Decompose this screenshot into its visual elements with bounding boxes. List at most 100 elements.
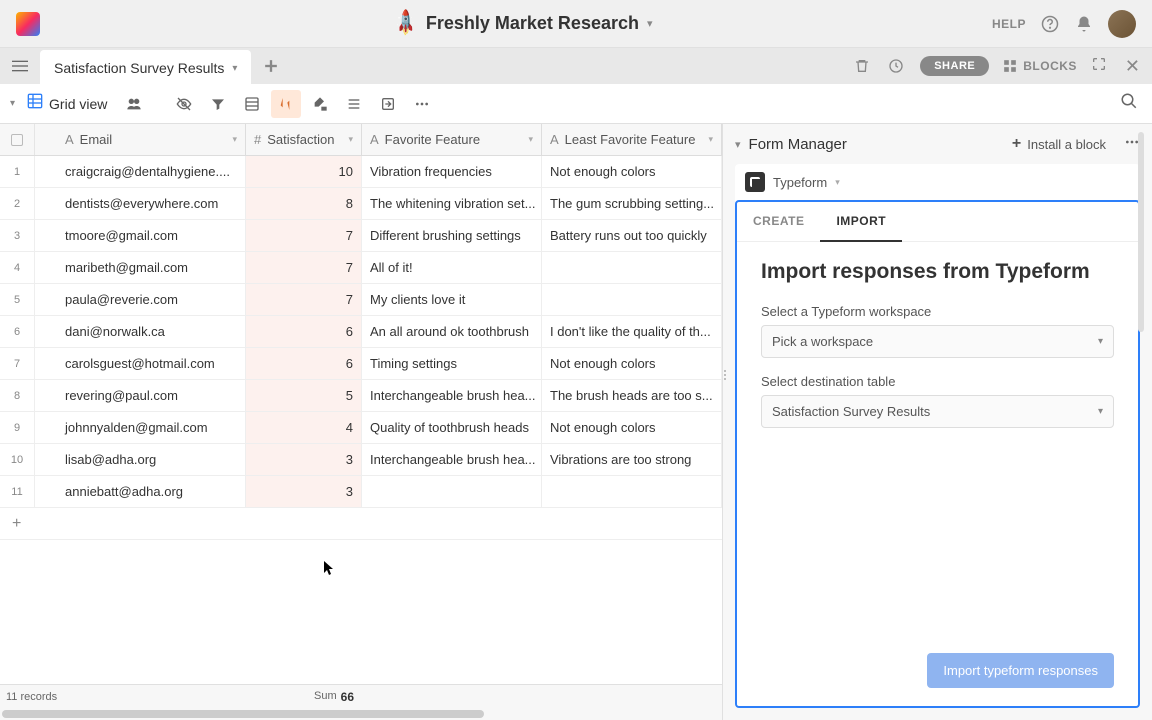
horizontal-scrollbar[interactable] xyxy=(0,708,722,720)
blocks-button[interactable]: BLOCKS xyxy=(1003,59,1077,73)
sum-label[interactable]: Sum xyxy=(314,690,337,704)
cell-email[interactable]: paula@reverie.com xyxy=(35,284,246,315)
cell-satisfaction[interactable]: 6 xyxy=(246,316,362,347)
blocks-dashboard-title[interactable]: Form Manager xyxy=(749,136,847,153)
column-header-email[interactable]: A Email ▾ xyxy=(35,124,246,155)
close-icon[interactable]: ✕ xyxy=(1121,52,1144,81)
table-row[interactable]: 1craigcraig@dentalhygiene....10Vibration… xyxy=(0,156,722,188)
install-block-button[interactable]: + Install a block xyxy=(1012,135,1106,153)
cell-satisfaction[interactable]: 3 xyxy=(246,444,362,475)
cell-email[interactable]: lisab@adha.org xyxy=(35,444,246,475)
fullscreen-icon[interactable] xyxy=(1091,56,1107,77)
help-button[interactable]: HELP xyxy=(992,17,1026,31)
cell-email[interactable]: revering@paul.com xyxy=(35,380,246,411)
table-row[interactable]: 10lisab@adha.org3Interchangeable brush h… xyxy=(0,444,722,476)
chevron-down-icon[interactable]: ▾ xyxy=(647,17,653,30)
cell-favorite[interactable]: Different brushing settings xyxy=(362,220,542,251)
chevron-down-icon[interactable]: ▾ xyxy=(232,63,237,74)
cell-favorite[interactable]: My clients love it xyxy=(362,284,542,315)
hamburger-icon[interactable] xyxy=(8,54,32,78)
column-header-least[interactable]: A Least Favorite Feature ▾ xyxy=(542,124,722,155)
add-row-button[interactable]: + xyxy=(0,508,722,540)
cell-satisfaction[interactable]: 5 xyxy=(246,380,362,411)
cell-email[interactable]: anniebatt@adha.org xyxy=(35,476,246,507)
table-row[interactable]: 4maribeth@gmail.com7All of it! xyxy=(0,252,722,284)
chevron-down-icon[interactable]: ▾ xyxy=(708,134,713,145)
collaborators-icon[interactable] xyxy=(119,90,149,118)
share-button[interactable]: SHARE xyxy=(920,56,989,76)
cell-email[interactable]: craigcraig@dentalhygiene.... xyxy=(35,156,246,187)
group-icon[interactable] xyxy=(237,90,267,118)
cell-least[interactable]: Not enough colors xyxy=(542,348,722,379)
cell-favorite[interactable]: Interchangeable brush hea... xyxy=(362,380,542,411)
cell-least[interactable] xyxy=(542,252,722,283)
cell-least[interactable]: Battery runs out too quickly xyxy=(542,220,722,251)
tab-import[interactable]: IMPORT xyxy=(820,202,902,242)
collapse-caret-icon[interactable]: ▾ xyxy=(735,138,741,151)
cell-favorite[interactable]: Interchangeable brush hea... xyxy=(362,444,542,475)
cell-satisfaction[interactable]: 7 xyxy=(246,252,362,283)
cell-satisfaction[interactable]: 6 xyxy=(246,348,362,379)
panel-resize-handle[interactable] xyxy=(722,360,728,390)
cell-satisfaction[interactable]: 4 xyxy=(246,412,362,443)
cell-least[interactable]: Not enough colors xyxy=(542,412,722,443)
avatar[interactable] xyxy=(1108,10,1136,38)
table-tab-active[interactable]: Satisfaction Survey Results ▾ xyxy=(40,50,251,86)
chevron-down-icon[interactable]: ▾ xyxy=(835,177,840,188)
cell-satisfaction[interactable]: 8 xyxy=(246,188,362,219)
base-title[interactable]: Freshly Market Research xyxy=(426,13,639,34)
chevron-down-icon[interactable]: ▾ xyxy=(232,134,237,145)
column-header-satisfaction[interactable]: # Satisfaction ▾ xyxy=(246,124,362,155)
cell-least[interactable]: Vibrations are too strong xyxy=(542,444,722,475)
cell-favorite[interactable]: All of it! xyxy=(362,252,542,283)
cell-least[interactable] xyxy=(542,284,722,315)
cell-favorite[interactable]: Timing settings xyxy=(362,348,542,379)
cell-favorite[interactable]: An all around ok toothbrush xyxy=(362,316,542,347)
add-table-button[interactable] xyxy=(257,52,285,80)
chevron-down-icon[interactable]: ▾ xyxy=(348,134,353,145)
bell-icon[interactable] xyxy=(1074,14,1094,34)
cell-favorite[interactable]: Quality of toothbrush heads xyxy=(362,412,542,443)
table-row[interactable]: 6dani@norwalk.ca6An all around ok toothb… xyxy=(0,316,722,348)
cell-satisfaction[interactable]: 7 xyxy=(246,220,362,251)
row-height-icon[interactable] xyxy=(339,90,369,118)
cell-satisfaction[interactable]: 10 xyxy=(246,156,362,187)
table-row[interactable]: 9johnnyalden@gmail.com4Quality of toothb… xyxy=(0,412,722,444)
share-view-icon[interactable] xyxy=(373,90,403,118)
cell-favorite[interactable] xyxy=(362,476,542,507)
cell-least[interactable]: The brush heads are too s... xyxy=(542,380,722,411)
color-icon[interactable] xyxy=(305,90,335,118)
workspace-select[interactable]: Pick a workspace ▾ xyxy=(761,325,1114,358)
sort-icon[interactable] xyxy=(271,90,301,118)
trash-icon[interactable] xyxy=(852,56,872,76)
tab-create[interactable]: CREATE xyxy=(737,202,820,241)
block-header[interactable]: Typeform ▾ xyxy=(735,164,1140,200)
hide-fields-icon[interactable] xyxy=(169,90,199,118)
view-switcher-caret[interactable]: ▾ xyxy=(10,98,15,109)
column-header-favorite[interactable]: A Favorite Feature ▾ xyxy=(362,124,542,155)
vertical-scrollbar[interactable] xyxy=(1138,132,1144,332)
cell-least[interactable]: I don't like the quality of th... xyxy=(542,316,722,347)
app-logo[interactable] xyxy=(16,12,40,36)
cell-favorite[interactable]: The whitening vibration set... xyxy=(362,188,542,219)
cell-least[interactable] xyxy=(542,476,722,507)
import-responses-button[interactable]: Import typeform responses xyxy=(927,653,1114,688)
table-row[interactable]: 7carolsguest@hotmail.com6Timing settings… xyxy=(0,348,722,380)
cell-email[interactable]: maribeth@gmail.com xyxy=(35,252,246,283)
cell-least[interactable]: Not enough colors xyxy=(542,156,722,187)
filter-icon[interactable] xyxy=(203,90,233,118)
table-row[interactable]: 8revering@paul.com5Interchangeable brush… xyxy=(0,380,722,412)
cell-satisfaction[interactable]: 7 xyxy=(246,284,362,315)
help-icon[interactable] xyxy=(1040,14,1060,34)
view-picker[interactable]: Grid view xyxy=(19,89,115,118)
search-icon[interactable] xyxy=(1116,88,1142,119)
cell-email[interactable]: dani@norwalk.ca xyxy=(35,316,246,347)
cell-email[interactable]: johnnyalden@gmail.com xyxy=(35,412,246,443)
cell-favorite[interactable]: Vibration frequencies xyxy=(362,156,542,187)
cell-email[interactable]: carolsguest@hotmail.com xyxy=(35,348,246,379)
cell-least[interactable]: The gum scrubbing setting... xyxy=(542,188,722,219)
cell-email[interactable]: dentists@everywhere.com xyxy=(35,188,246,219)
table-row[interactable]: 3tmoore@gmail.com7Different brushing set… xyxy=(0,220,722,252)
destination-select[interactable]: Satisfaction Survey Results ▾ xyxy=(761,395,1114,428)
select-all-checkbox[interactable] xyxy=(0,124,35,155)
